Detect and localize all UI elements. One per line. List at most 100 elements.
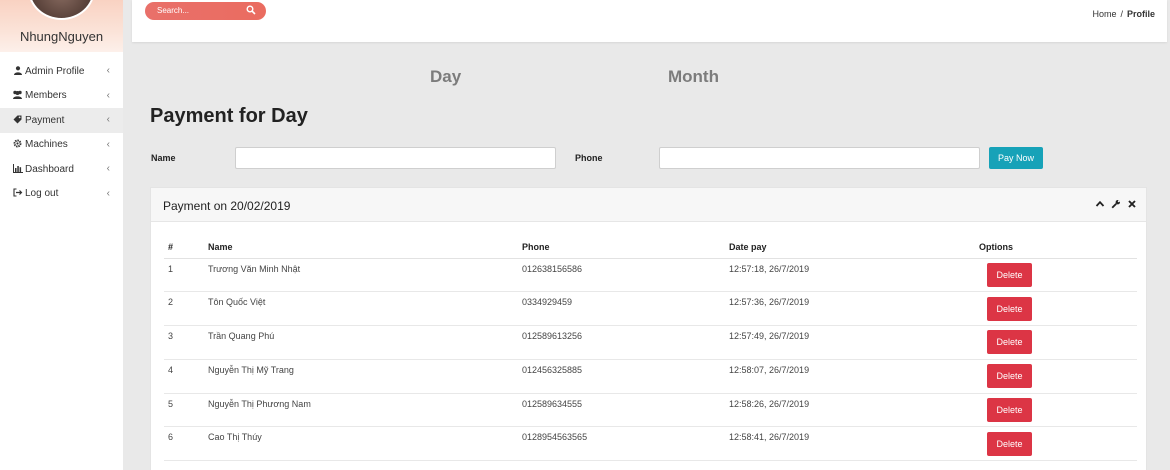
table-row: 3 Trần Quang Phú 012589613256 12:57:49, … — [164, 325, 1137, 360]
phone-field[interactable] — [659, 147, 980, 169]
chevron-left-icon: ‹ — [106, 65, 110, 76]
sidebar-item-log-out[interactable]: Log out ‹ — [0, 182, 123, 207]
sign-out-icon — [12, 188, 23, 199]
cell-date: 12:57:49, 26/7/2019 — [729, 325, 979, 360]
delete-button[interactable]: Delete — [987, 330, 1032, 355]
profile-header: NhungNguyen — [0, 0, 123, 52]
cell-date: 12:58:26, 26/7/2019 — [729, 393, 979, 428]
column-header-phone: Phone — [522, 237, 729, 259]
wrench-icon[interactable] — [1111, 199, 1121, 209]
cell-options: Delete — [979, 258, 1137, 293]
cell-name: Trương Văn Minh Nhật — [208, 258, 522, 293]
chevron-left-icon: ‹ — [106, 187, 110, 199]
sidebar-item-label: Log out — [25, 188, 59, 200]
cell-date: 12:58:07, 26/7/2019 — [729, 359, 979, 394]
sidebar: NhungNguyen Admin Profile ‹ Members ‹ Pa… — [0, 0, 123, 470]
page-title: Payment for Day — [150, 105, 308, 127]
tag-icon — [12, 115, 23, 126]
sidebar-item-admin-profile[interactable]: Admin Profile ‹ — [0, 59, 123, 84]
delete-button[interactable]: Delete — [987, 398, 1032, 423]
tab-day[interactable]: Day — [430, 67, 461, 87]
name-label: Name — [151, 153, 176, 163]
sidebar-item-machines[interactable]: Machines ‹ — [0, 133, 123, 158]
user-icon — [12, 65, 23, 77]
users-icon — [12, 90, 23, 101]
payment-card: Payment on 20/02/2019 # Name Phone Date … — [150, 187, 1147, 470]
cell-phone: 0334929459 — [522, 291, 729, 327]
chevron-left-icon: ‹ — [106, 114, 110, 125]
cell-phone: 012589613256 — [522, 325, 729, 360]
search-placeholder: Search... — [157, 6, 190, 15]
gear-icon — [12, 139, 23, 150]
cell-date: 12:57:36, 26/7/2019 — [729, 291, 979, 327]
delete-button[interactable]: Delete — [987, 262, 1032, 287]
cell-number: 1 — [164, 258, 208, 293]
name-field[interactable] — [235, 147, 556, 169]
tab-month[interactable]: Month — [668, 67, 719, 87]
card-title: Payment on 20/02/2019 — [163, 199, 291, 213]
chevron-left-icon: ‹ — [106, 138, 110, 150]
column-header-name: Name — [208, 237, 522, 259]
payments-table: # Name Phone Date pay Options 1 Trương V… — [164, 237, 1137, 462]
cell-name: Trần Quang Phú — [208, 325, 522, 360]
cell-date: 12:57:18, 26/7/2019 — [729, 258, 979, 293]
cell-options: Delete — [979, 359, 1137, 394]
cell-name: Cao Thị Thúy — [208, 426, 522, 462]
chevron-left-icon: ‹ — [106, 163, 110, 174]
sidebar-item-label: Payment — [25, 114, 65, 126]
cell-name: Nguyễn Thị Phương Nam — [208, 393, 522, 428]
delete-button[interactable]: Delete — [987, 364, 1032, 389]
close-icon[interactable] — [1127, 199, 1137, 209]
table-row: 1 Trương Văn Minh Nhật 012638156586 12:5… — [164, 258, 1137, 293]
top-bar: Search... Home / Profile — [132, 0, 1167, 42]
card-tools — [1095, 199, 1137, 209]
breadcrumb-separator: / — [1120, 9, 1123, 19]
sidebar-item-members[interactable]: Members ‹ — [0, 84, 123, 109]
cell-phone: 012456325885 — [522, 359, 729, 394]
bar-chart-icon — [12, 163, 23, 175]
cell-name: Tôn Quốc Việt — [208, 291, 522, 327]
breadcrumb-current: Profile — [1126, 9, 1155, 19]
cell-options: Delete — [979, 291, 1137, 327]
cell-name: Nguyễn Thị Mỹ Trang — [208, 359, 522, 394]
cell-number: 5 — [164, 393, 208, 428]
table-row: 6 Cao Thị Thúy 0128954563565 12:58:41, 2… — [164, 426, 1137, 462]
table-row: 5 Nguyễn Thị Phương Nam 012589634555 12:… — [164, 393, 1137, 428]
delete-button[interactable]: Delete — [987, 431, 1032, 456]
table-header-row: # Name Phone Date pay Options — [164, 237, 1137, 259]
sidebar-item-dashboard[interactable]: Dashboard ‹ — [0, 157, 123, 182]
sidebar-item-label: Members — [25, 90, 67, 102]
sidebar-item-label: Admin Profile — [25, 65, 85, 77]
sidebar-item-label: Machines — [25, 139, 68, 151]
cell-number: 4 — [164, 359, 208, 394]
column-header-options: Options — [979, 237, 1137, 259]
sidebar-item-label: Dashboard — [25, 163, 74, 175]
avatar[interactable] — [28, 0, 95, 20]
cell-number: 2 — [164, 291, 208, 327]
column-header-number: # — [164, 237, 208, 259]
table-row: 4 Nguyễn Thị Mỹ Trang 012456325885 12:58… — [164, 359, 1137, 394]
chevron-up-icon[interactable] — [1095, 199, 1105, 209]
cell-options: Delete — [979, 426, 1137, 462]
breadcrumb-home[interactable]: Home — [1092, 9, 1116, 19]
pay-now-button[interactable]: Pay Now — [989, 147, 1043, 169]
sidebar-item-payment[interactable]: Payment ‹ — [0, 108, 123, 133]
cell-date: 12:58:41, 26/7/2019 — [729, 426, 979, 462]
cell-phone: 012589634555 — [522, 393, 729, 428]
card-header: Payment on 20/02/2019 — [151, 188, 1146, 222]
search-icon[interactable] — [246, 5, 256, 15]
table-row: 2 Tôn Quốc Việt 0334929459 12:57:36, 26/… — [164, 291, 1137, 327]
column-header-date-pay: Date pay — [729, 237, 979, 259]
cell-options: Delete — [979, 393, 1137, 428]
cell-phone: 0128954563565 — [522, 426, 729, 462]
username: NhungNguyen — [19, 29, 104, 44]
sidebar-menu: Admin Profile ‹ Members ‹ Payment ‹ Mach… — [0, 52, 123, 206]
breadcrumb: Home / Profile — [1092, 9, 1155, 19]
cell-phone: 012638156586 — [522, 258, 729, 293]
cell-number: 3 — [164, 325, 208, 360]
cell-number: 6 — [164, 426, 208, 462]
delete-button[interactable]: Delete — [987, 296, 1032, 321]
phone-label: Phone — [575, 153, 603, 163]
cell-options: Delete — [979, 325, 1137, 360]
search-input[interactable]: Search... — [145, 2, 266, 20]
